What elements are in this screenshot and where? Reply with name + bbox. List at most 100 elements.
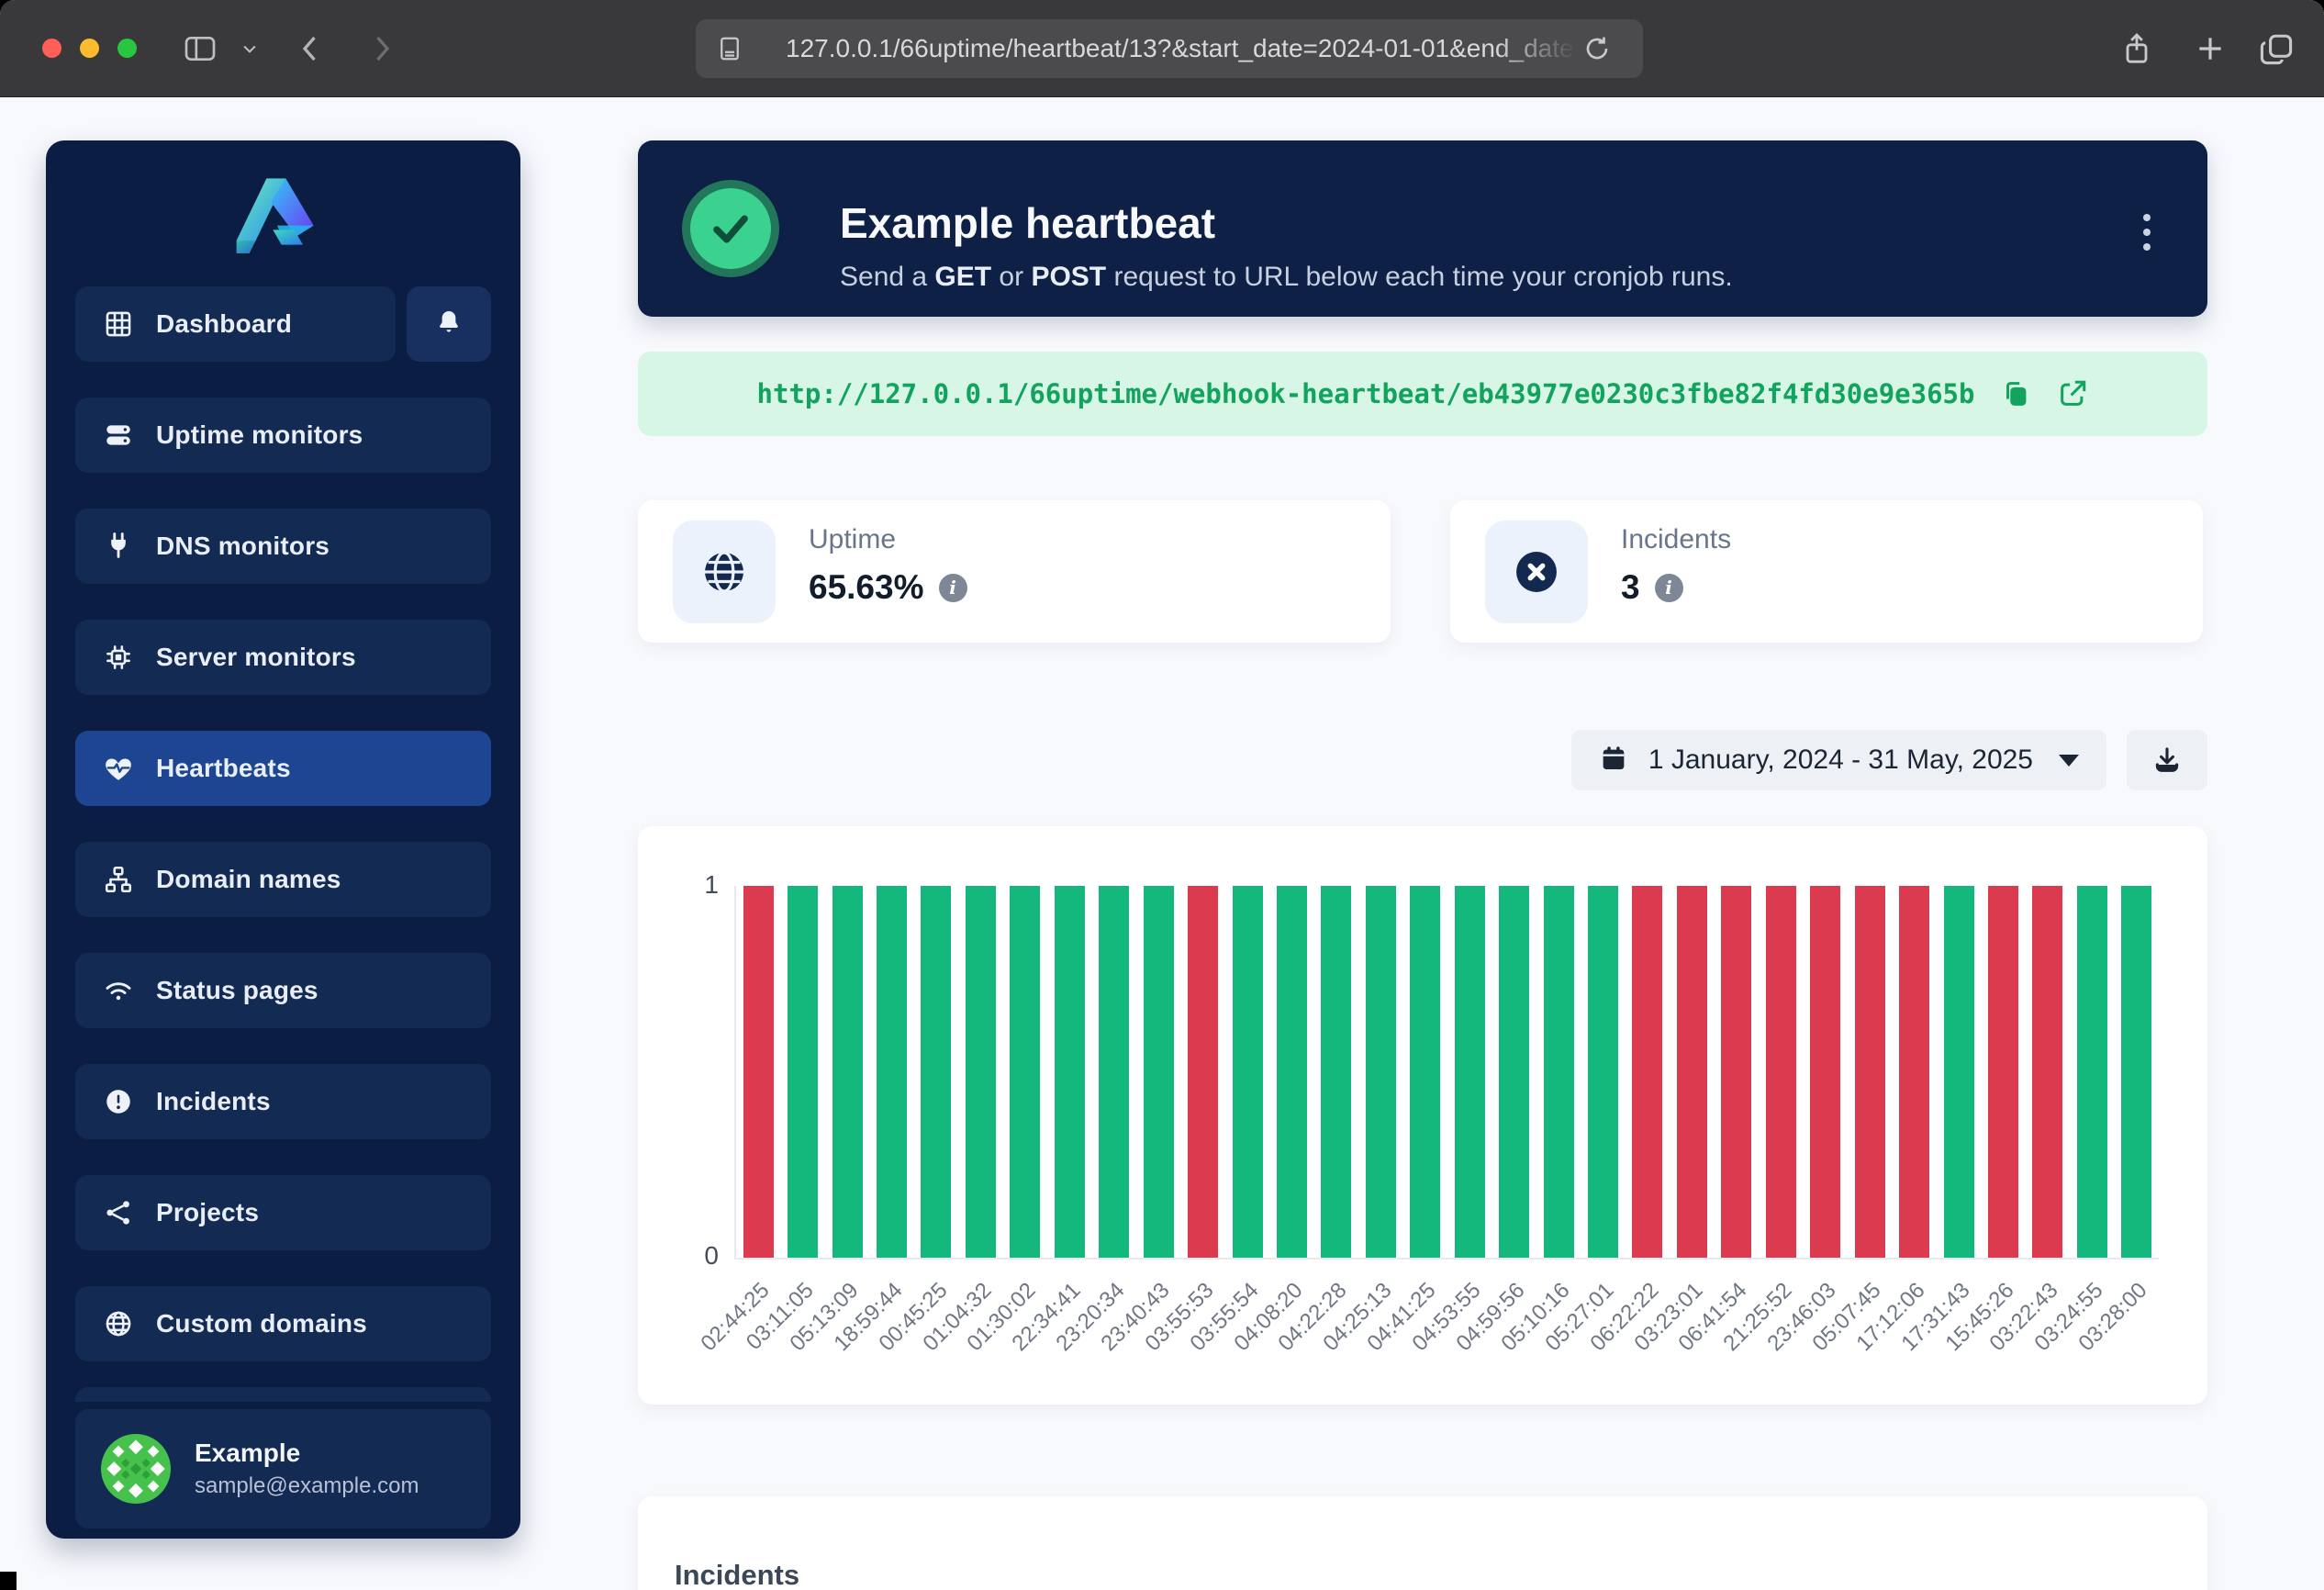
sidebar-item-partial[interactable] bbox=[75, 1387, 491, 1402]
status-bar-up[interactable] bbox=[2121, 886, 2151, 1258]
notifications-button[interactable] bbox=[407, 286, 491, 362]
subtitle-text: request to URL below each time your cron… bbox=[1106, 262, 1733, 292]
sidebar-toggle-icon[interactable] bbox=[182, 0, 218, 96]
incidents-info-icon[interactable]: i bbox=[1655, 574, 1683, 602]
status-bar-down[interactable] bbox=[2032, 886, 2062, 1258]
status-bar-down[interactable] bbox=[1721, 886, 1751, 1258]
bar-slot bbox=[2070, 886, 2114, 1258]
status-bar-up[interactable] bbox=[966, 886, 996, 1258]
sidebar-item-server-monitors[interactable]: Server monitors bbox=[75, 620, 491, 695]
date-range-picker[interactable]: 1 January, 2024 - 31 May, 2025 bbox=[1571, 730, 2106, 790]
bar-slot bbox=[2115, 886, 2159, 1258]
uptime-value: 65.63% bbox=[809, 568, 924, 607]
uptime-info-icon[interactable]: i bbox=[939, 574, 967, 602]
bell-icon bbox=[433, 307, 464, 342]
sidebar-item-incidents[interactable]: Incidents bbox=[75, 1064, 491, 1139]
status-bar-up[interactable] bbox=[832, 886, 863, 1258]
status-bar-down[interactable] bbox=[1988, 886, 2018, 1258]
status-bar-up[interactable] bbox=[921, 886, 951, 1258]
sidebar-item-uptime-monitors[interactable]: Uptime monitors bbox=[75, 398, 491, 473]
calendar-icon bbox=[1599, 744, 1628, 778]
status-bar-up[interactable] bbox=[1233, 886, 1263, 1258]
bar-slot bbox=[736, 886, 780, 1258]
date-controls: 1 January, 2024 - 31 May, 2025 bbox=[638, 730, 2207, 790]
sidebar-item-domain-names[interactable]: Domain names bbox=[75, 842, 491, 917]
globe-icon bbox=[673, 521, 776, 623]
status-bar-up[interactable] bbox=[1455, 886, 1485, 1258]
caret-down-icon bbox=[2059, 755, 2079, 767]
sidebar-item-dashboard[interactable]: Dashboard bbox=[75, 286, 396, 362]
status-bar-down[interactable] bbox=[1899, 886, 1929, 1258]
status-bar-up[interactable] bbox=[1944, 886, 1974, 1258]
status-bar-down[interactable] bbox=[1810, 886, 1840, 1258]
uptime-monitors-icon bbox=[103, 420, 134, 451]
status-bar-up[interactable] bbox=[1277, 886, 1307, 1258]
status-bar-down[interactable] bbox=[1855, 886, 1885, 1258]
incidents-stat-card: Incidents 3 i bbox=[1450, 500, 2203, 643]
status-bar-down[interactable] bbox=[743, 886, 774, 1258]
heartbeat-menu-button[interactable] bbox=[2125, 207, 2169, 258]
status-bar-up[interactable] bbox=[1321, 886, 1351, 1258]
status-bar-up[interactable] bbox=[1410, 886, 1440, 1258]
profile-card[interactable]: Example sample@example.com bbox=[75, 1409, 491, 1528]
status-bar-down[interactable] bbox=[1632, 886, 1662, 1258]
dashboard-grid-icon bbox=[103, 308, 134, 340]
heartbeat-header-card: Example heartbeat Send a GET or POST req… bbox=[638, 140, 2207, 317]
sidebar-item-label: Projects bbox=[156, 1198, 259, 1227]
window-controls bbox=[42, 39, 137, 58]
copy-icon[interactable] bbox=[2000, 378, 2031, 409]
sidebar-item-projects[interactable]: Projects bbox=[75, 1175, 491, 1250]
share-nodes-icon bbox=[103, 1197, 134, 1228]
exclamation-circle-icon bbox=[103, 1086, 134, 1117]
reload-icon[interactable] bbox=[1582, 19, 1612, 78]
close-window-button[interactable] bbox=[42, 39, 61, 58]
status-bar-up[interactable] bbox=[1010, 886, 1040, 1258]
status-bar-up[interactable] bbox=[788, 886, 818, 1258]
status-bar-up[interactable] bbox=[1366, 886, 1396, 1258]
status-bar-up[interactable] bbox=[877, 886, 907, 1258]
status-bar-down[interactable] bbox=[1766, 886, 1796, 1258]
status-bar-up[interactable] bbox=[1544, 886, 1574, 1258]
external-link-icon[interactable] bbox=[2057, 378, 2088, 409]
uptime-chart-card: 1 0 02:44:2503:11:0505:13:0918:59:4400:4… bbox=[638, 826, 2207, 1405]
status-bar-down[interactable] bbox=[1677, 886, 1707, 1258]
status-bar-up[interactable] bbox=[1144, 886, 1174, 1258]
bar-slot bbox=[1180, 886, 1224, 1258]
url-text: 127.0.0.1/66uptime/heartbeat/13?&start_d… bbox=[786, 19, 1575, 78]
download-button[interactable] bbox=[2127, 730, 2207, 790]
sidebar-item-label: DNS monitors bbox=[156, 532, 330, 561]
page-settings-icon[interactable] bbox=[716, 19, 743, 78]
uptime-stat-card: Uptime 65.63% i bbox=[638, 500, 1391, 643]
status-bar-down[interactable] bbox=[1188, 886, 1218, 1258]
chevron-down-icon[interactable] bbox=[240, 0, 259, 96]
status-bar-up[interactable] bbox=[1099, 886, 1129, 1258]
new-tab-icon[interactable] bbox=[2192, 0, 2229, 96]
main-content: Example heartbeat Send a GET or POST req… bbox=[638, 140, 2207, 317]
back-button[interactable] bbox=[294, 0, 327, 96]
status-bar-up[interactable] bbox=[1588, 886, 1618, 1258]
status-bar-up[interactable] bbox=[1055, 886, 1085, 1258]
bar-slot bbox=[1314, 886, 1358, 1258]
status-bar-up[interactable] bbox=[2077, 886, 2107, 1258]
sidebar-item-label: Heartbeats bbox=[156, 754, 291, 783]
forward-button[interactable] bbox=[365, 0, 398, 96]
bar-slot bbox=[1536, 886, 1581, 1258]
sidebar-item-custom-domains[interactable]: Custom domains bbox=[75, 1286, 491, 1361]
sidebar-item-label: Dashboard bbox=[156, 309, 292, 339]
minimize-window-button[interactable] bbox=[80, 39, 99, 58]
bar-slot bbox=[1670, 886, 1714, 1258]
zoom-window-button[interactable] bbox=[117, 39, 137, 58]
tab-overview-icon[interactable] bbox=[2256, 0, 2296, 96]
sidebar-item-dns-monitors[interactable]: DNS monitors bbox=[75, 509, 491, 584]
status-bar-up[interactable] bbox=[1499, 886, 1529, 1258]
page-subtitle: Send a GET or POST request to URL below … bbox=[840, 262, 1733, 293]
address-bar[interactable]: 127.0.0.1/66uptime/heartbeat/13?&start_d… bbox=[696, 19, 1643, 78]
date-range-label: 1 January, 2024 - 31 May, 2025 bbox=[1648, 745, 2033, 776]
share-icon[interactable] bbox=[2118, 0, 2155, 96]
incidents-section-title: Incidents bbox=[675, 1559, 799, 1590]
bars-container bbox=[736, 886, 2159, 1258]
bar-slot bbox=[1136, 886, 1180, 1258]
sidebar-item-status-pages[interactable]: Status pages bbox=[75, 953, 491, 1028]
bar-slot bbox=[1892, 886, 1936, 1258]
sidebar-item-heartbeats[interactable]: Heartbeats bbox=[75, 731, 491, 806]
